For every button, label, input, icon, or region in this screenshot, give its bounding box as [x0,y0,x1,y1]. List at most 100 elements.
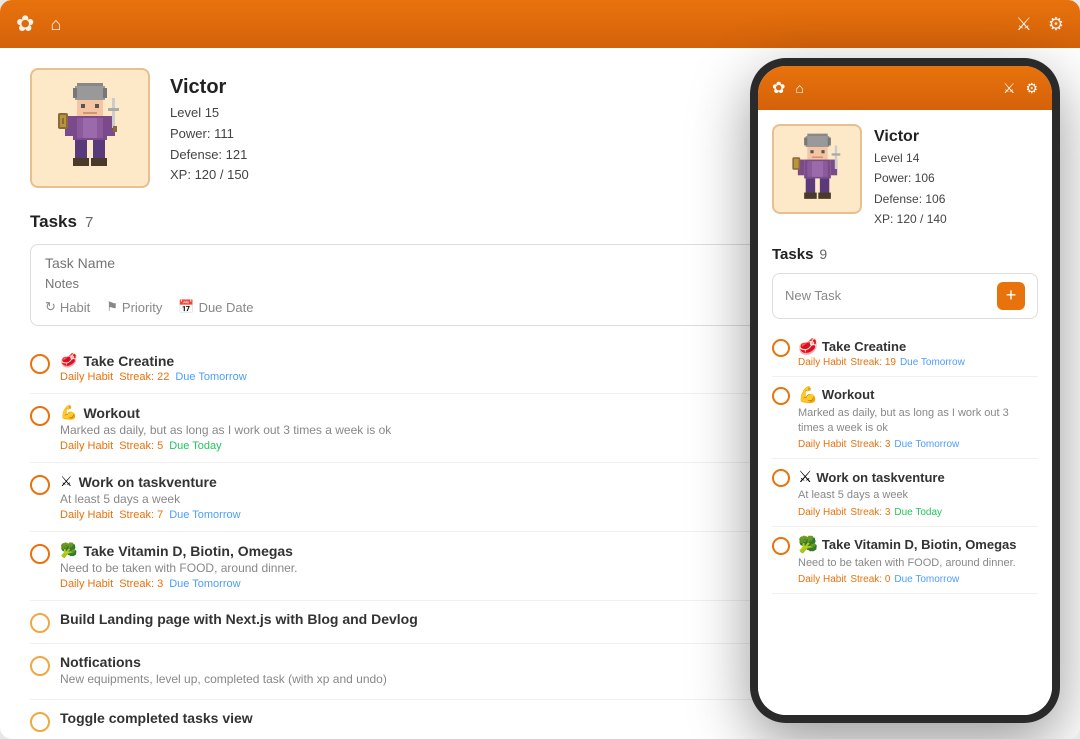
tag-streak: Streak: 3 [119,578,163,590]
phone-character-sprite [790,129,845,209]
phone-new-task-label: New Task [785,288,841,303]
tag-habit: Daily Habit [60,371,113,383]
character-xp: XP: 120 / 150 [170,165,249,186]
task-complete-circle[interactable] [30,354,50,374]
phone-character-avatar [772,124,862,214]
phone-task-emoji: ⚔ [798,467,812,487]
phone-task-emoji: 🥦 [798,535,818,555]
tag-streak: Streak: 7 [119,509,163,521]
task-complete-circle[interactable] [30,613,50,633]
phone-tag-streak: Streak: 3 [850,507,890,518]
due-date-label: Due Date [199,300,254,315]
phone-tag-habit: Daily Habit [798,357,846,368]
task-name: Take Vitamin D, Biotin, Omegas [83,543,293,559]
phone-add-task-button[interactable]: + [997,282,1025,310]
phone-task-tags: Daily Habit Streak: 0 Due Tomorrow [798,574,1038,585]
home-icon[interactable]: ⌂ [50,14,61,35]
phone-tag-due: Due Today [894,507,942,518]
task-emoji: 🥦 [60,542,77,559]
character-power: Power: 111 [170,124,249,145]
tag-habit: Daily Habit [60,578,113,590]
phone-character-section: Victor Level 14 Power: 106 Defense: 106 … [772,124,1038,230]
task-name: Notfications [60,654,141,670]
task-name: Toggle completed tasks view [60,710,253,726]
leaf-icon[interactable]: ✿ [16,11,34,37]
phone-task-circle[interactable] [772,387,790,405]
habit-label: Habit [60,300,90,315]
character-level: Level 15 [170,103,249,124]
tasks-count: 7 [85,214,93,231]
swords-icon[interactable]: ⚔ [1016,14,1032,35]
phone-tag-habit: Daily Habit [798,507,846,518]
phone-task-desc: At least 5 days a week [798,488,1038,503]
phone-task-circle[interactable] [772,469,790,487]
flag-icon: ⚑ [106,299,118,315]
character-defense: Defense: 121 [170,145,249,166]
refresh-icon: ↻ [45,299,56,315]
task-complete-circle[interactable] [30,406,50,426]
phone-char-name: Victor [874,128,947,146]
tag-due: Due Tomorrow [169,509,240,521]
calendar-icon: 📅 [178,299,194,315]
tag-streak: Streak: 22 [119,371,169,383]
phone-nav: ✿ ⌂ ⚔ ⚙ [758,66,1052,110]
task-emoji: 💪 [60,404,77,421]
phone-task-content: 🥦 Take Vitamin D, Biotin, Omegas Need to… [798,535,1038,585]
phone-task-tags: Daily Habit Streak: 3 Due Tomorrow [798,439,1038,450]
top-nav: ✿ ⌂ ⚔ ⚙ [0,0,1080,48]
phone-task-content: 🥩 Take Creatine Daily Habit Streak: 19 D… [798,337,1038,368]
priority-button[interactable]: ⚑ Priority [106,299,162,315]
phone-overlay: ✿ ⌂ ⚔ ⚙ [750,58,1060,723]
phone-tag-habit: Daily Habit [798,574,846,585]
task-complete-circle[interactable] [30,656,50,676]
phone-tag-due: Due Tomorrow [894,574,959,585]
phone-tag-due: Due Tomorrow [900,357,965,368]
settings-icon[interactable]: ⚙ [1048,14,1064,35]
phone-task-item: 🥩 Take Creatine Daily Habit Streak: 19 D… [772,329,1038,377]
character-info: Victor Level 15 Power: 111 Defense: 121 … [170,68,249,188]
phone-task-content: 💪 Workout Marked as daily, but as long a… [798,385,1038,451]
phone-task-name: Take Vitamin D, Biotin, Omegas [822,537,1017,552]
task-complete-circle[interactable] [30,712,50,732]
phone-char-level: Level 14 [874,148,947,168]
task-name: Build Landing page with Next.js with Blo… [60,611,418,627]
phone-tasks-count: 9 [819,246,827,262]
priority-label: Priority [122,300,162,315]
phone-settings-icon[interactable]: ⚙ [1025,80,1038,97]
phone-swords-icon[interactable]: ⚔ [1003,80,1016,97]
task-name: Take Creatine [83,353,174,369]
phone-task-content: ⚔ Work on taskventure At least 5 days a … [798,467,1038,517]
phone-leaf-icon[interactable]: ✿ [772,78,785,98]
phone-task-name: Work on taskventure [816,470,944,485]
phone-task-desc: Need to be taken with FOOD, around dinne… [798,556,1038,571]
habit-button[interactable]: ↻ Habit [45,299,90,315]
character-sprite [55,78,125,178]
task-complete-circle[interactable] [30,475,50,495]
phone-content: Victor Level 14 Power: 106 Defense: 106 … [758,110,1052,715]
phone-task-list: 🥩 Take Creatine Daily Habit Streak: 19 D… [772,329,1038,595]
due-date-button[interactable]: 📅 Due Date [178,299,253,315]
task-complete-circle[interactable] [30,544,50,564]
character-avatar [30,68,150,188]
tag-habit: Daily Habit [60,509,113,521]
phone-home-icon[interactable]: ⌂ [795,80,803,96]
phone-task-item: 🥦 Take Vitamin D, Biotin, Omegas Need to… [772,527,1038,594]
phone-screen: ✿ ⌂ ⚔ ⚙ [758,66,1052,715]
phone-char-xp: XP: 120 / 140 [874,209,947,229]
phone-tag-due: Due Tomorrow [894,439,959,450]
phone-task-emoji: 💪 [798,385,818,405]
nav-left: ✿ ⌂ [16,11,61,37]
tag-streak: Streak: 5 [119,440,163,452]
phone-tag-habit: Daily Habit [798,439,846,450]
phone-tag-streak: Streak: 0 [850,574,890,585]
phone-task-circle[interactable] [772,339,790,357]
tag-due: Due Tomorrow [169,578,240,590]
phone-task-item: ⚔ Work on taskventure At least 5 days a … [772,459,1038,526]
phone-task-circle[interactable] [772,537,790,555]
phone-new-task-box[interactable]: New Task + [772,273,1038,319]
phone-task-name: Workout [822,387,874,402]
app-window: ✿ ⌂ ⚔ ⚙ [0,0,1080,739]
character-name: Victor [170,76,249,99]
tag-due: Due Tomorrow [175,371,246,383]
phone-task-desc: Marked as daily, but as long as I work o… [798,406,1038,437]
